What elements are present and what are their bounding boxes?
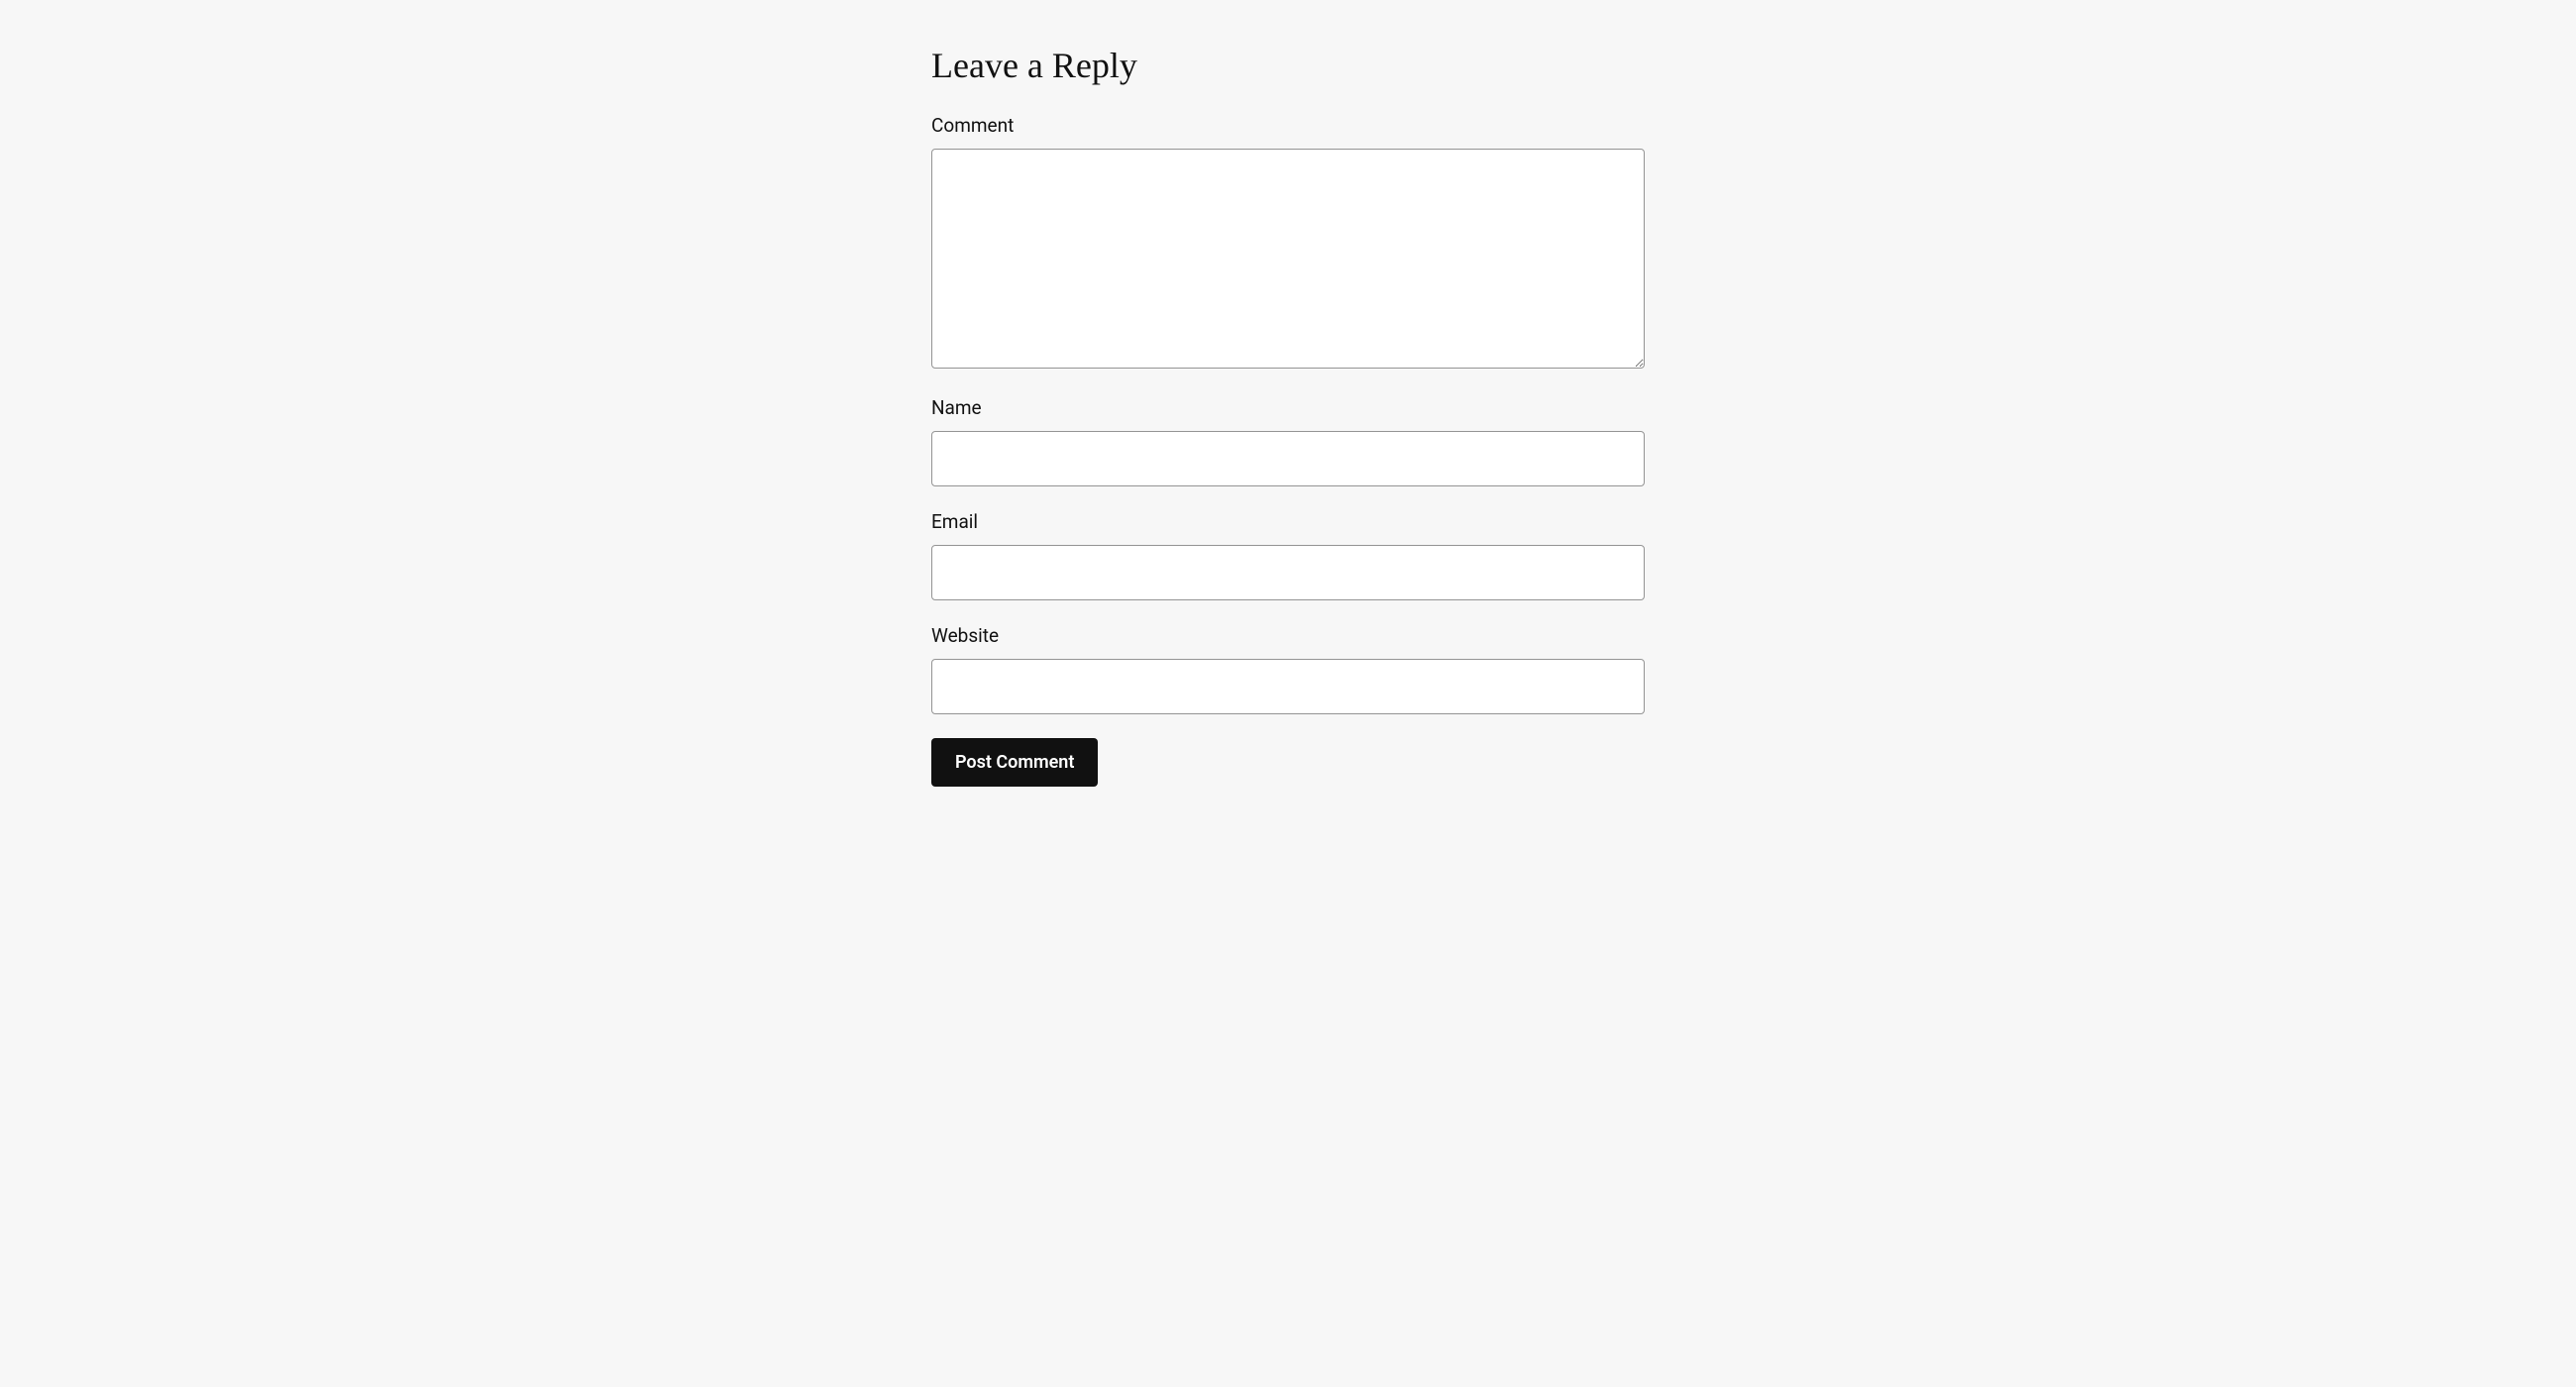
comment-field-group: Comment <box>931 114 1645 373</box>
post-comment-button[interactable]: Post Comment <box>931 738 1098 787</box>
email-label: Email <box>931 510 1645 533</box>
website-input[interactable] <box>931 659 1645 714</box>
name-label: Name <box>931 396 1645 419</box>
comment-label: Comment <box>931 114 1645 137</box>
website-label: Website <box>931 624 1645 647</box>
name-field-group: Name <box>931 396 1645 486</box>
comment-form-container: Leave a Reply Comment Name Email Website… <box>931 45 1645 787</box>
form-title: Leave a Reply <box>931 45 1645 86</box>
email-input[interactable] <box>931 545 1645 600</box>
name-input[interactable] <box>931 431 1645 486</box>
email-field-group: Email <box>931 510 1645 600</box>
website-field-group: Website <box>931 624 1645 714</box>
comment-textarea[interactable] <box>931 149 1645 369</box>
